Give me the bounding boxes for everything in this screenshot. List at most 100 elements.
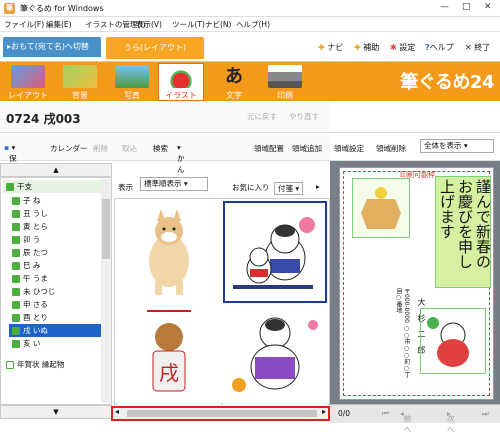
menu-navi[interactable]: ナビ(N) <box>205 19 231 30</box>
illust-inuhariko-pair-selected[interactable] <box>223 201 327 303</box>
text-a-icon: あ <box>225 66 243 87</box>
exit-button[interactable]: ✕ 終了 <box>465 42 490 53</box>
card-illust-inuhariko[interactable] <box>420 308 486 374</box>
category-group[interactable]: 年賀状 縁起物 <box>3 358 101 371</box>
display-label: 表示 <box>118 183 133 192</box>
category-item[interactable]: 午 うま <box>9 272 107 285</box>
category-scroll-up[interactable]: ▲ <box>0 163 112 177</box>
page-navigation: 0/0 ⏮ ◂ 前へ 次へ ▸ ⏭ <box>330 404 500 434</box>
menu-edit[interactable]: 編集(E) <box>46 19 72 30</box>
category-item-selected[interactable]: 戌 いぬ <box>9 324 101 337</box>
menu-help[interactable]: ヘルプ(H) <box>236 19 270 30</box>
switch-front-tab[interactable]: ▸おもて(宛て名)へ切替 <box>3 37 101 57</box>
scroll-thumb[interactable] <box>102 199 110 259</box>
illustration-grid: 戌 <box>114 198 330 407</box>
calendar-button[interactable]: カレンダー <box>50 143 88 154</box>
right-header <box>330 101 500 133</box>
maximize-button[interactable]: □ <box>462 2 471 12</box>
background-icon <box>63 65 97 88</box>
card-greeting-box[interactable]: 謹んで新春のお慶びを申し上げます <box>435 176 492 288</box>
hosoku-button[interactable]: ✚ 補助 <box>354 42 379 53</box>
ribbon-layout-button[interactable]: レイアウト <box>5 64 51 100</box>
ribbon-print-button[interactable]: 印刷 <box>262 64 308 100</box>
ribbon-text-button[interactable]: あ 文字 <box>211 64 257 100</box>
save-button[interactable]: ▪保存 ▾ <box>4 143 17 174</box>
category-item[interactable]: 辰 たつ <box>9 246 107 259</box>
card-greeting: 謹んで新春のお慶びを申し上げます <box>438 179 492 269</box>
category-list: 干支 子 ね 丑 うし 寅 とら 卯 う 辰 たつ 巳 み 午 うま 未 ひつじ… <box>0 177 112 405</box>
printer-icon <box>268 65 302 88</box>
illust-dog-kanji[interactable]: 戌 <box>117 305 221 407</box>
region-set-button[interactable]: 領域設定 <box>334 143 364 154</box>
settings-button[interactable]: ✱ 設定 <box>390 42 415 53</box>
card-illust-ema[interactable] <box>352 178 410 238</box>
watermelon-icon <box>164 65 198 88</box>
ribbon-illust-button[interactable]: イラスト <box>158 63 204 101</box>
help-button[interactable]: ?ヘルプ <box>425 42 454 53</box>
region-delete-button[interactable]: 領域削除 <box>376 143 406 154</box>
category-item[interactable]: 酉 とり <box>9 311 107 324</box>
postcard-preview[interactable]: 印刷可能枠 謹んで新春のお慶びを申し上げます 〒000-0000 ○○市○○町○… <box>339 167 494 400</box>
app-icon: 筆 <box>4 3 15 14</box>
attach-dropdown[interactable]: 付箋 ▾ <box>274 182 304 195</box>
mode-bar: ▸おもて(宛て名)へ切替 うら(レイアウト) ✚ ナビ ✚ 補助 ✱ 設定 ?ヘ… <box>0 32 500 62</box>
minimize-button[interactable]: — <box>440 2 449 12</box>
category-header[interactable]: 干支 <box>3 180 101 193</box>
category-scroll-down[interactable]: ▼ <box>0 405 112 419</box>
photo-icon <box>115 65 149 88</box>
category-item[interactable]: 卯 う <box>9 233 107 246</box>
menu-view[interactable]: 表示(V) <box>136 19 162 30</box>
category-item[interactable]: 亥 い <box>9 337 107 350</box>
region-add-button[interactable]: 領域追加 <box>292 143 322 154</box>
right-toolbar: 領域設定 領域削除 全体を表示 ▾ <box>330 133 500 161</box>
zoom-select[interactable]: 全体を表示 ▾ <box>420 139 494 153</box>
undo-button[interactable]: 元に戻す <box>247 111 277 122</box>
scroll-right-icon[interactable]: ▸ <box>322 407 326 416</box>
category-item[interactable]: 寅 とら <box>9 220 107 233</box>
category-item[interactable]: 申 さる <box>9 298 107 311</box>
last-page-icon[interactable]: ⏭ <box>482 409 489 419</box>
window-title: 筆ぐるめ for Windows <box>20 4 104 13</box>
card-address: 〒000-0000 ○○市○○町○丁目○番地 <box>395 288 410 378</box>
illust-inuhariko-single[interactable] <box>223 305 327 407</box>
category-scrollbar[interactable] <box>101 179 111 403</box>
navi-button[interactable]: ✚ ナビ <box>318 42 343 53</box>
sort-select[interactable]: 標準順表示 ▾ <box>140 177 208 191</box>
redo-button[interactable]: やり直す <box>289 111 319 122</box>
layout-icon <box>11 65 45 88</box>
search-button[interactable]: 検索 <box>153 143 168 154</box>
illust-dog-akita[interactable] <box>117 201 221 303</box>
simple-layout-button[interactable]: かんたんレイアウト ▾ <box>177 143 185 251</box>
first-page-icon[interactable]: ⏮ <box>382 409 389 419</box>
category-item[interactable]: 丑 うし <box>9 207 107 220</box>
folder-icon <box>6 183 14 191</box>
close-button[interactable]: ✕ <box>484 2 492 12</box>
scroll-left-icon[interactable]: ◂ <box>115 407 119 416</box>
menu-file[interactable]: ファイル(F) <box>4 19 44 30</box>
title-bar: 筆 筆ぐるめ for Windows — □ ✕ <box>0 0 500 17</box>
menu-bar: ファイル(F) 編集(E) イラストの管理(I) 表示(V) ツール(T) ナビ… <box>0 17 500 32</box>
ribbon-photo-button[interactable]: 写真 <box>109 64 155 100</box>
svg-text:戌: 戌 <box>159 361 179 385</box>
illustration-hscrollbar[interactable]: ◂ ▸ <box>111 406 330 421</box>
region-place-button[interactable]: 領域配置 <box>254 143 284 154</box>
address-header: 0724 戌003 元に戻す やり直す <box>0 101 330 133</box>
category-item[interactable]: 巳 み <box>9 259 107 272</box>
hscroll-thumb[interactable] <box>127 410 317 417</box>
next-arrow-icon[interactable]: ▸ <box>316 182 320 191</box>
ribbon-background-button[interactable]: 背景 <box>57 64 103 100</box>
favorites-button[interactable]: お気に入り <box>232 182 270 193</box>
ribbon: レイアウト 背景 写真 イラスト あ 文字 印刷 筆ぐるめ24 <box>0 62 500 101</box>
address-name: 0724 戌003 <box>6 112 81 126</box>
category-item[interactable]: 未 ひつじ <box>9 285 107 298</box>
prev-page-button[interactable]: ◂ 前へ <box>400 409 411 434</box>
delete-button[interactable]: 削除 <box>93 143 108 154</box>
main-toolbar: ▪保存 ▾ カレンダー 削除 取込 検索 かんたんレイアウト ▾ 領域配置 領域… <box>0 133 330 251</box>
category-item[interactable]: 子 ね <box>9 194 107 207</box>
page-counter: 0/0 <box>338 409 351 418</box>
app-logo: 筆ぐるめ24 <box>400 72 494 93</box>
next-page-button[interactable]: 次へ ▸ <box>447 409 455 434</box>
back-layout-tab[interactable]: うら(レイアウト) <box>106 37 204 59</box>
capture-button[interactable]: 取込 <box>122 143 137 154</box>
menu-tools[interactable]: ツール(T) <box>172 19 205 30</box>
